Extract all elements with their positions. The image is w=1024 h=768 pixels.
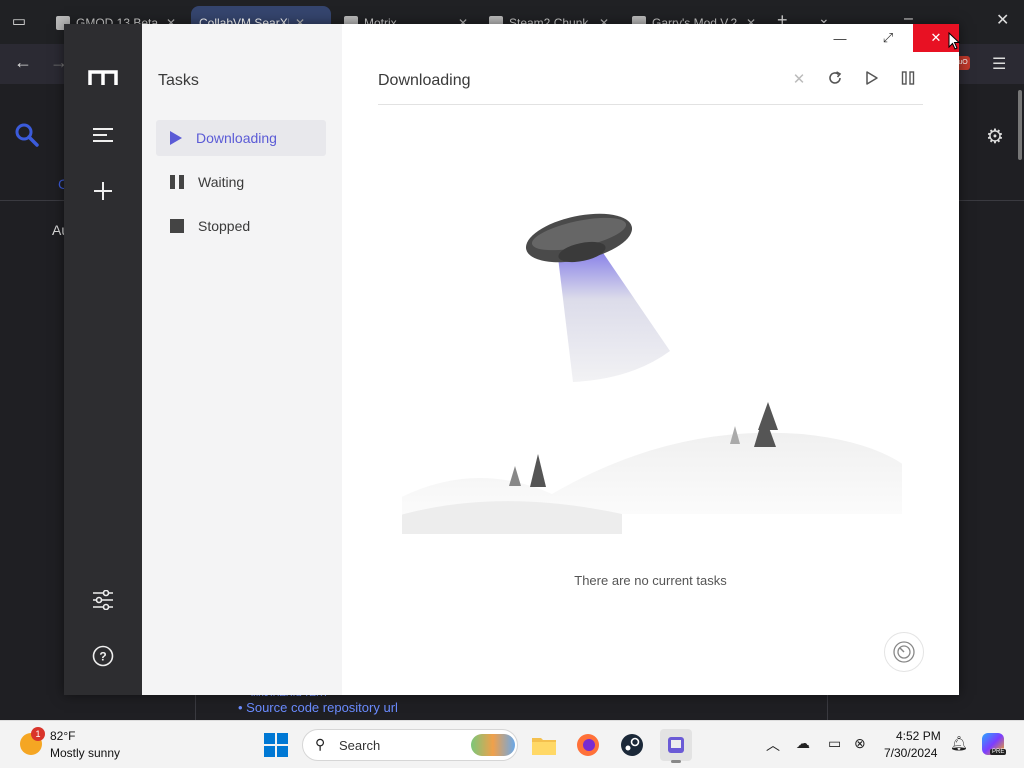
play-icon — [170, 131, 182, 145]
network-icon[interactable]: ⊗ — [854, 735, 866, 752]
taskbar-date[interactable]: 7/30/2024 — [884, 746, 937, 760]
taskbar-time[interactable]: 4:52 PM — [896, 729, 941, 743]
sidebar-item-waiting[interactable]: Waiting — [156, 164, 326, 200]
refresh-icon[interactable] — [825, 70, 845, 90]
stop-icon — [170, 219, 184, 233]
search-icon: ⚲ — [315, 736, 326, 752]
menu-icon[interactable] — [88, 120, 118, 150]
browser-menu-icon[interactable]: ☰ — [992, 54, 1006, 74]
svg-text:?: ? — [99, 650, 106, 664]
taskbar-search[interactable]: ⚲ Search — [302, 729, 518, 761]
speedometer-icon[interactable] — [884, 632, 924, 672]
sidebar-item-label: Downloading — [196, 130, 277, 146]
firefox-icon[interactable] — [572, 729, 604, 761]
file-explorer-icon[interactable] — [528, 729, 560, 761]
sidebar-item-stopped[interactable]: Stopped — [156, 208, 326, 244]
weather-temperature[interactable]: 82°F — [50, 729, 75, 743]
help-icon[interactable]: ? — [88, 641, 118, 671]
preferences-icon[interactable] — [88, 585, 118, 615]
resume-all-icon[interactable] — [862, 70, 882, 90]
sidebar-item-label: Waiting — [198, 174, 245, 190]
sidebar-item-label: Stopped — [198, 218, 251, 234]
steam-icon[interactable] — [616, 729, 648, 761]
weather-description[interactable]: Mostly sunny — [50, 746, 120, 760]
title-divider — [378, 104, 923, 105]
sidebar-title: Tasks — [158, 72, 199, 89]
motrix-logo-icon — [88, 70, 118, 85]
search-highlight-icon — [471, 734, 515, 756]
pause-all-icon[interactable] — [898, 70, 918, 90]
app-sidebar: ? — [64, 24, 142, 695]
back-arrow-icon[interactable]: ← — [14, 52, 32, 73]
task-list-panel: Downloading ✕ There are no current tasks — [342, 24, 959, 695]
gear-icon[interactable]: ⚙ — [986, 124, 1004, 149]
copilot-badge: PRE — [990, 749, 1007, 755]
cloud-icon[interactable]: ☁ — [796, 735, 810, 752]
notification-bell-icon[interactable]: 🔔︎ — [950, 735, 968, 752]
page-title: Downloading — [378, 72, 471, 89]
page-link[interactable]: • Source code repository url — [238, 700, 398, 715]
tab-list-icon[interactable]: ▭ — [8, 12, 30, 32]
minimize-icon[interactable]: — — [817, 24, 863, 52]
browser-close-icon[interactable]: ✕ — [996, 10, 1009, 30]
search-placeholder: Search — [339, 738, 381, 753]
active-app-indicator — [671, 760, 681, 763]
maximize-icon[interactable]: ⤢ — [865, 24, 911, 52]
motrix-taskbar-icon[interactable] — [660, 729, 692, 763]
motrix-window: ? Tasks Downloading Waiting Stopped Down… — [64, 24, 959, 695]
task-sidebar: Tasks Downloading Waiting Stopped — [142, 24, 342, 695]
display-icon[interactable]: ▭ — [828, 735, 841, 752]
ufo-empty-illustration — [402, 213, 902, 534]
pause-icon — [170, 175, 184, 189]
windows-taskbar: 1 82°F Mostly sunny ⚲ Search ︿ ☁ ▭ ⊗ 4:5… — [0, 720, 1024, 768]
notification-badge: 1 — [31, 727, 45, 741]
mouse-cursor-icon — [948, 32, 960, 50]
search-icon[interactable] — [14, 122, 40, 154]
page-link-label: Source code repository url — [246, 700, 398, 715]
add-task-icon[interactable] — [88, 176, 118, 206]
delete-task-icon[interactable]: ✕ — [789, 70, 809, 90]
empty-state-message: There are no current tasks — [574, 573, 727, 588]
chevron-up-icon[interactable]: ︿ — [766, 735, 780, 755]
page-scrollbar[interactable] — [1018, 90, 1022, 160]
sidebar-item-downloading[interactable]: Downloading — [156, 120, 326, 156]
windows-start-icon[interactable] — [264, 733, 288, 757]
